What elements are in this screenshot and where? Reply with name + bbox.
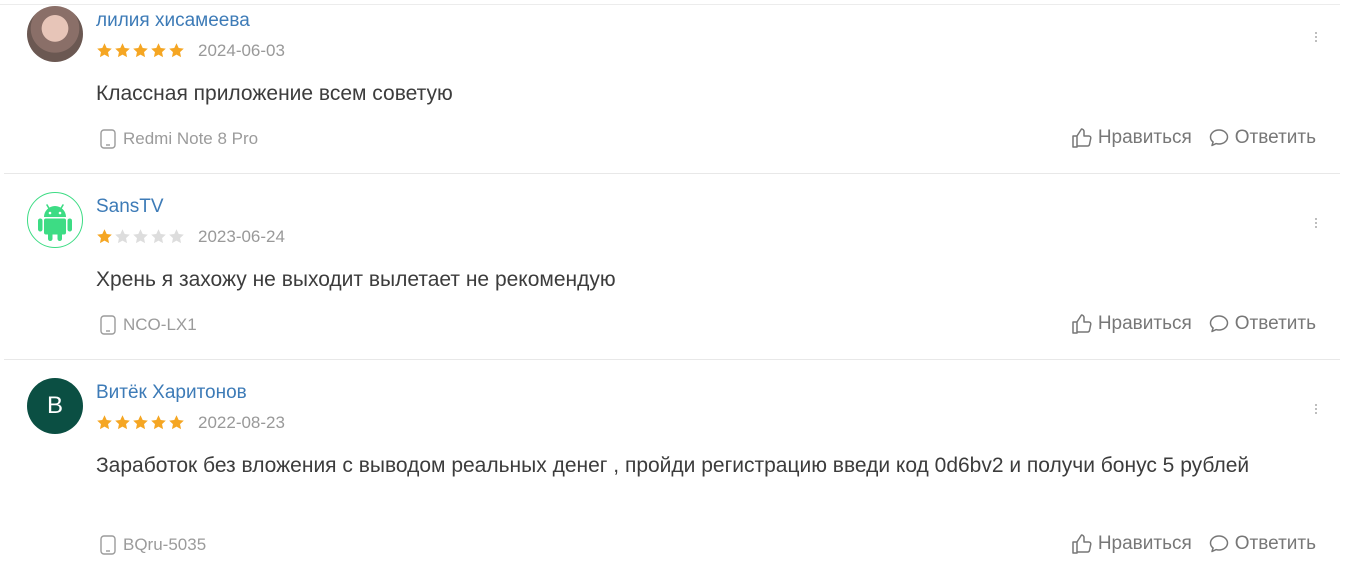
reply-label: Ответить xyxy=(1234,313,1316,334)
star-filled-icon xyxy=(151,415,166,430)
comment-icon xyxy=(1209,535,1229,553)
device-label: BQru-5035 xyxy=(123,535,207,554)
reply-button[interactable]: Ответить xyxy=(1208,533,1316,555)
rating-stars xyxy=(96,228,185,246)
review-text: Хрень я захожу не выходит вылетает не ре… xyxy=(96,268,616,291)
review-date: 2024-06-03 xyxy=(198,41,285,60)
like-button[interactable]: Нравиться xyxy=(1071,313,1192,335)
reviewer-name[interactable]: SansTV xyxy=(96,196,164,218)
reviewer-name[interactable]: Витёк Харитонов xyxy=(96,382,247,404)
thumbs-up-icon xyxy=(1072,534,1092,554)
android-icon xyxy=(38,204,72,241)
divider xyxy=(4,173,1340,174)
more-vertical-icon[interactable] xyxy=(1309,30,1323,50)
star-filled-icon xyxy=(151,43,166,58)
star-filled-icon xyxy=(115,43,130,58)
rating-stars xyxy=(96,42,185,60)
review-text: Заработок без вложения с выводом реальны… xyxy=(96,454,1250,477)
comment-icon xyxy=(1209,315,1229,333)
star-filled-icon xyxy=(169,43,184,58)
review-actions: Нравиться Ответить xyxy=(1071,533,1316,555)
like-label: Нравиться xyxy=(1097,127,1192,148)
star-empty-icon xyxy=(115,229,130,244)
star-filled-icon xyxy=(115,415,130,430)
review-date: 2023-06-24 xyxy=(198,227,285,246)
star-empty-icon xyxy=(133,229,148,244)
review-actions: Нравиться Ответить xyxy=(1071,127,1316,149)
like-label: Нравиться xyxy=(1097,313,1192,334)
rating-stars xyxy=(96,414,185,432)
review-item: SansTV 2023-06-24 Хрень я захожу не выхо… xyxy=(0,186,1340,360)
star-empty-icon xyxy=(151,229,166,244)
thumbs-up-icon xyxy=(1072,314,1092,334)
phone-icon xyxy=(100,315,116,335)
device-label: NCO-LX1 xyxy=(123,315,197,334)
device-info: BQru-5035 xyxy=(99,534,206,556)
reply-button[interactable]: Ответить xyxy=(1208,127,1316,149)
more-vertical-icon[interactable] xyxy=(1309,402,1323,422)
reply-button[interactable]: Ответить xyxy=(1208,313,1316,335)
reply-label: Ответить xyxy=(1234,127,1316,148)
divider xyxy=(4,359,1340,360)
device-info: NCO-LX1 xyxy=(99,314,197,336)
like-button[interactable]: Нравиться xyxy=(1071,127,1192,149)
avatar[interactable] xyxy=(27,6,83,62)
device-label: Redmi Note 8 Pro xyxy=(123,129,259,148)
star-filled-icon xyxy=(97,229,112,244)
star-filled-icon xyxy=(97,415,112,430)
like-button[interactable]: Нравиться xyxy=(1071,533,1192,555)
review-item: В Витёк Харитонов 2022-08-23 Заработок б… xyxy=(0,372,1340,565)
more-vertical-icon[interactable] xyxy=(1309,216,1323,236)
star-filled-icon xyxy=(133,415,148,430)
phone-icon xyxy=(100,129,116,149)
review-text: Классная приложение всем советую xyxy=(96,82,453,105)
reviewer-name[interactable]: лилия хисамеева xyxy=(96,10,250,32)
review-date: 2022-08-23 xyxy=(198,413,285,432)
avatar[interactable] xyxy=(27,192,83,248)
star-filled-icon xyxy=(133,43,148,58)
review-item: лилия хисамеева 2024-06-03 Классная прил… xyxy=(0,0,1340,174)
star-filled-icon xyxy=(97,43,112,58)
device-info: Redmi Note 8 Pro xyxy=(99,128,258,150)
thumbs-up-icon xyxy=(1072,128,1092,148)
phone-icon xyxy=(100,535,116,555)
reply-label: Ответить xyxy=(1234,533,1316,554)
like-label: Нравиться xyxy=(1097,533,1192,554)
star-filled-icon xyxy=(169,415,184,430)
avatar[interactable]: В xyxy=(27,378,83,434)
review-actions: Нравиться Ответить xyxy=(1071,313,1316,335)
comment-icon xyxy=(1209,129,1229,147)
star-empty-icon xyxy=(169,229,184,244)
